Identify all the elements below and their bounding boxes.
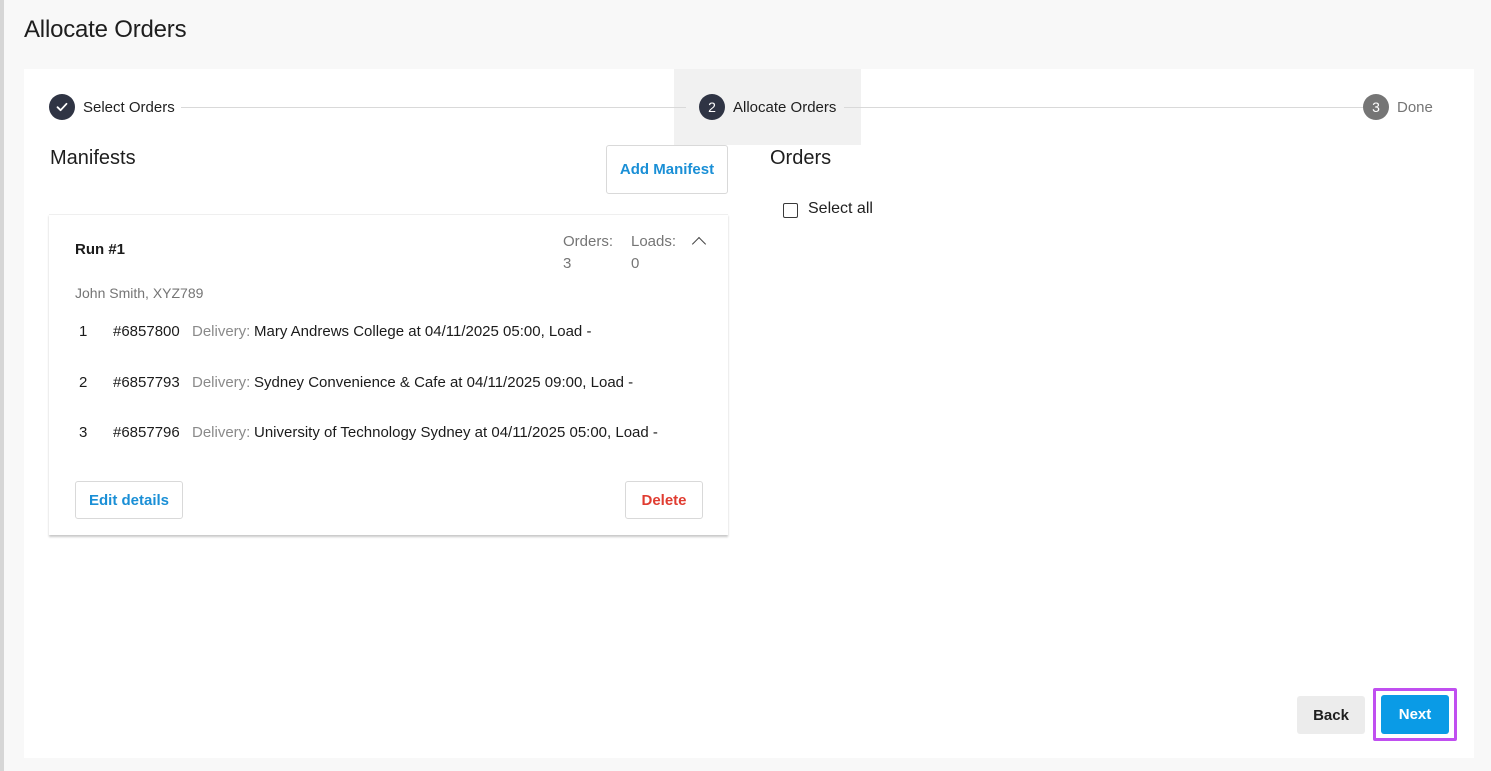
select-all-checkbox[interactable]: [783, 203, 798, 218]
step-label: Done: [1397, 98, 1433, 116]
orders-label: Orders:: [563, 233, 614, 250]
delete-button[interactable]: Delete: [625, 481, 703, 519]
order-index: 1: [79, 323, 88, 340]
order-number: #6857796: [113, 424, 180, 441]
manifests-heading: Manifests: [50, 147, 136, 169]
run-title: Run #1: [75, 241, 126, 258]
select-all-label[interactable]: Select all: [808, 200, 873, 218]
loads-count: 0: [631, 255, 640, 272]
order-description: Sydney Convenience & Cafe at 04/11/2025 …: [254, 374, 634, 391]
driver-info: John Smith, XYZ789: [75, 285, 204, 301]
step-number: 3: [1363, 94, 1389, 120]
step-done[interactable]: 3 Done: [1363, 69, 1433, 145]
order-type: Delivery:: [192, 323, 251, 340]
back-button[interactable]: Back: [1297, 696, 1365, 734]
step-label: Allocate Orders: [733, 98, 837, 116]
order-index: 2: [79, 374, 88, 391]
step-connector: [181, 107, 686, 108]
orders-heading: Orders: [770, 147, 832, 169]
step-allocate-orders[interactable]: 2 Allocate Orders: [699, 69, 836, 145]
order-type: Delivery:: [192, 424, 251, 441]
step-number: 2: [699, 94, 725, 120]
check-icon: [49, 94, 75, 120]
manifest-card: Run #1 Orders: 3 Loads: 0 John Smith, XY…: [49, 214, 728, 535]
stepper: Select Orders 2 Allocate Orders 3 Done: [24, 69, 1474, 145]
allocate-orders-panel: Select Orders 2 Allocate Orders 3 Done M…: [24, 69, 1474, 758]
order-description: University of Technology Sydney at 04/11…: [254, 424, 658, 441]
order-description: Mary Andrews College at 04/11/2025 05:00…: [254, 323, 592, 340]
step-connector: [844, 107, 1363, 108]
chevron-up-icon[interactable]: [691, 236, 707, 252]
loads-label: Loads:: [631, 233, 677, 250]
loads-stat: Loads: 0: [631, 231, 676, 275]
page-title: Allocate Orders: [24, 16, 187, 43]
step-select-orders[interactable]: Select Orders: [49, 69, 175, 145]
order-number: #6857800: [113, 323, 180, 340]
next-button[interactable]: Next: [1381, 695, 1449, 734]
edit-details-button[interactable]: Edit details: [75, 481, 183, 519]
orders-count: 3: [563, 255, 572, 272]
step-label: Select Orders: [83, 98, 175, 116]
order-number: #6857793: [113, 374, 180, 391]
order-index: 3: [79, 424, 88, 441]
window-edge: [0, 0, 4, 771]
orders-stat: Orders: 3: [563, 231, 613, 275]
add-manifest-button[interactable]: Add Manifest: [606, 145, 728, 194]
order-type: Delivery:: [192, 374, 251, 391]
